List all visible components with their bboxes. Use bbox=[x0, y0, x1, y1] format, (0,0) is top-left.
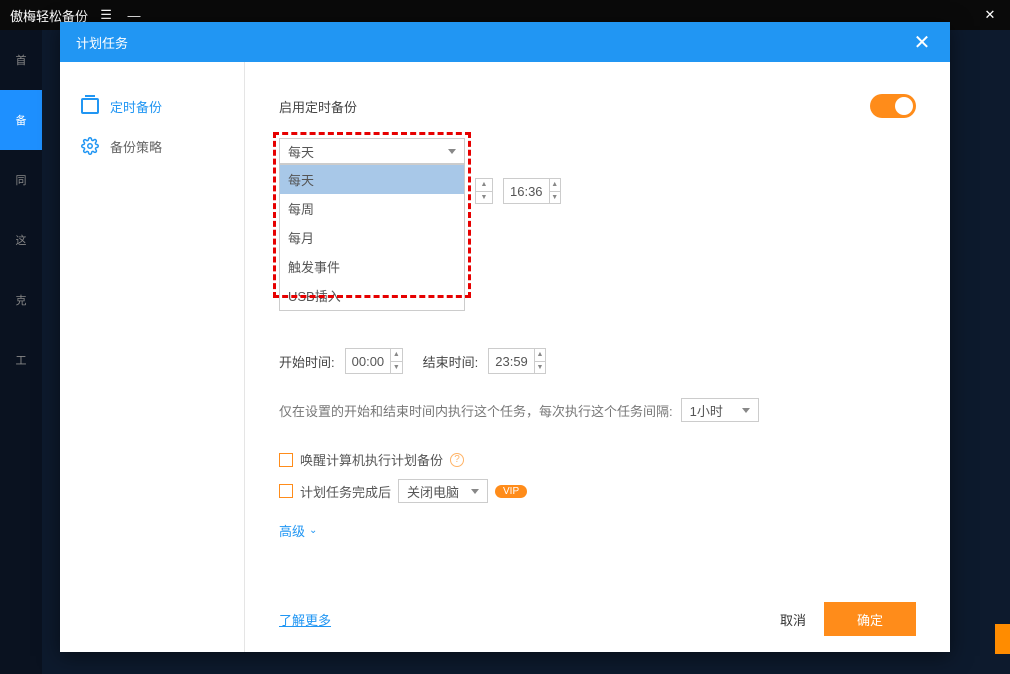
freq-option-usb[interactable]: USB插入 bbox=[280, 281, 464, 310]
freq-option-monthly[interactable]: 每月 bbox=[280, 223, 464, 252]
time-input[interactable]: 16:36 ▲▼ bbox=[503, 178, 561, 204]
modal-close-icon[interactable]: ✕ bbox=[910, 30, 934, 54]
after-label: 计划任务完成后 bbox=[300, 482, 391, 501]
nav-scheduled-backup[interactable]: 定时备份 bbox=[60, 86, 244, 126]
start-time-value: 00:00 bbox=[346, 354, 391, 369]
modal-title: 计划任务 bbox=[76, 33, 128, 52]
spinner-small[interactable]: ▲▼ bbox=[475, 178, 493, 204]
chevron-down-icon bbox=[471, 489, 479, 494]
modal-content: 启用定时备份 每天 每天 每周 每月 触发事件 USB插入 bbox=[245, 62, 950, 652]
after-checkbox[interactable] bbox=[279, 484, 293, 498]
end-time-input[interactable]: 23:59 ▲▼ bbox=[488, 348, 546, 374]
ok-button[interactable]: 确定 bbox=[824, 602, 916, 636]
chevron-down-icon bbox=[448, 149, 456, 154]
help-icon[interactable]: ? bbox=[450, 453, 464, 467]
gear-icon bbox=[80, 136, 100, 156]
bg-side-item[interactable]: 备 bbox=[0, 90, 42, 150]
interval-combo[interactable]: 1小时 bbox=[681, 398, 759, 422]
bg-side-item[interactable]: 工 bbox=[0, 330, 42, 390]
spin-up-icon[interactable]: ▲ bbox=[535, 349, 545, 362]
wake-checkbox[interactable] bbox=[279, 453, 293, 467]
bg-orange-accent bbox=[995, 624, 1010, 654]
start-time-input[interactable]: 00:00 ▲▼ bbox=[345, 348, 403, 374]
spin-down-icon[interactable]: ▼ bbox=[550, 192, 560, 204]
after-action-value: 关闭电脑 bbox=[407, 482, 459, 501]
nav-label: 备份策略 bbox=[110, 137, 162, 156]
vip-badge: VIP bbox=[495, 485, 527, 498]
nav-label: 定时备份 bbox=[110, 97, 162, 116]
bg-side-item[interactable]: 克 bbox=[0, 270, 42, 330]
spin-down-icon[interactable]: ▼ bbox=[391, 362, 401, 374]
time-value: 16:36 bbox=[504, 184, 549, 199]
modal-footer: 了解更多 取消 确定 bbox=[245, 586, 950, 652]
spin-up-icon[interactable]: ▲ bbox=[391, 349, 401, 362]
frequency-section: 每天 每天 每周 每月 触发事件 USB插入 ▲▼ 16:36 ▲ bbox=[279, 138, 916, 164]
spin-down-icon[interactable]: ▼ bbox=[476, 192, 492, 204]
nav-backup-policy[interactable]: 备份策略 bbox=[60, 126, 244, 166]
spin-up-icon[interactable]: ▲ bbox=[550, 179, 560, 192]
freq-option-weekly[interactable]: 每周 bbox=[280, 194, 464, 223]
enable-toggle[interactable] bbox=[870, 94, 916, 118]
interval-row: 仅在设置的开始和结束时间内执行这个任务，每次执行这个任务间隔: 1小时 bbox=[279, 398, 916, 422]
range-row: 开始时间: 00:00 ▲▼ 结束时间: 23:59 ▲▼ bbox=[279, 344, 916, 374]
wake-label: 唤醒计算机执行计划备份 bbox=[300, 450, 443, 469]
freq-option-event[interactable]: 触发事件 bbox=[280, 252, 464, 281]
spin-down-icon[interactable]: ▼ bbox=[535, 362, 545, 374]
bg-side-item[interactable]: 这 bbox=[0, 210, 42, 270]
chevron-double-down-icon: ⌄ bbox=[309, 525, 317, 536]
enable-label: 启用定时备份 bbox=[279, 97, 357, 116]
frequency-value: 每天 bbox=[288, 142, 314, 161]
advanced-link[interactable]: 高级 ⌄ bbox=[279, 521, 916, 540]
start-label: 开始时间: bbox=[279, 352, 335, 371]
cancel-button[interactable]: 取消 bbox=[780, 610, 806, 629]
end-time-value: 23:59 bbox=[489, 354, 534, 369]
frequency-combo[interactable]: 每天 bbox=[279, 138, 465, 164]
chevron-down-icon bbox=[742, 408, 750, 413]
wake-row: 唤醒计算机执行计划备份 ? bbox=[279, 450, 916, 469]
enable-row: 启用定时备份 bbox=[279, 94, 916, 118]
modal-sidebar: 定时备份 备份策略 bbox=[60, 62, 245, 652]
bg-side-item[interactable]: 首 bbox=[0, 30, 42, 90]
spin-up-icon[interactable]: ▲ bbox=[476, 179, 492, 192]
footer-actions: 取消 确定 bbox=[780, 602, 916, 636]
freq-option-daily[interactable]: 每天 bbox=[280, 165, 464, 194]
advanced-label: 高级 bbox=[279, 521, 305, 540]
schedule-modal: 计划任务 ✕ 定时备份 备份策略 启用定时备份 每 bbox=[60, 22, 950, 652]
interval-value: 1小时 bbox=[690, 401, 723, 420]
calendar-icon bbox=[80, 96, 100, 116]
hint-text: 仅在设置的开始和结束时间内执行这个任务，每次执行这个任务间隔: bbox=[279, 401, 673, 420]
bg-side-item[interactable]: 同 bbox=[0, 150, 42, 210]
frequency-dropdown: 每天 每周 每月 触发事件 USB插入 bbox=[279, 164, 465, 311]
modal-body: 定时备份 备份策略 启用定时备份 每天 每天 bbox=[60, 62, 950, 652]
after-row: 计划任务完成后 关闭电脑 VIP bbox=[279, 479, 916, 503]
after-action-combo[interactable]: 关闭电脑 bbox=[398, 479, 488, 503]
learn-more-link[interactable]: 了解更多 bbox=[279, 610, 331, 629]
end-label: 结束时间: bbox=[423, 352, 479, 371]
time-row: ▲▼ 16:36 ▲▼ bbox=[475, 174, 561, 204]
modal-header: 计划任务 ✕ bbox=[60, 22, 950, 62]
bg-sidebar: 首 备 同 这 克 工 bbox=[0, 30, 42, 674]
bg-close-icon[interactable]: ✕ bbox=[980, 5, 1000, 25]
